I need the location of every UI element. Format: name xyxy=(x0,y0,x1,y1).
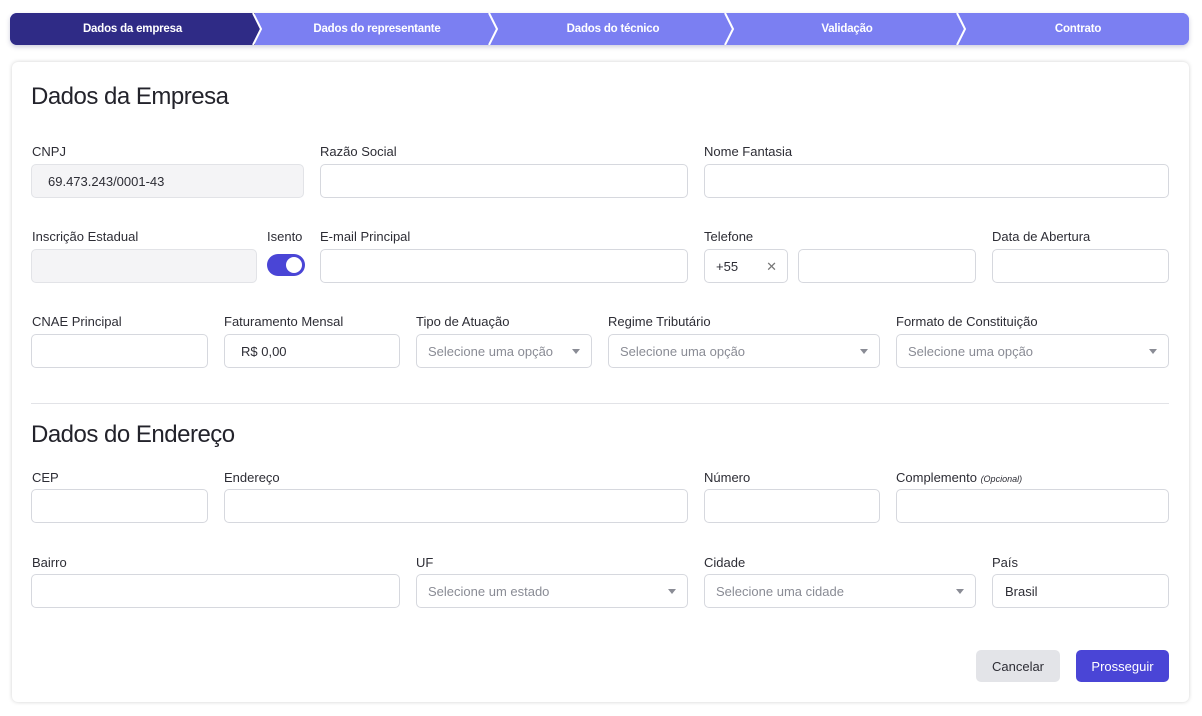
step-label: Dados do representante xyxy=(313,23,441,35)
step-label: Validação xyxy=(821,23,873,35)
faturamento-input[interactable]: R$ 0,00 xyxy=(224,334,400,368)
regime-tributario-placeholder: Selecione uma opção xyxy=(620,343,746,359)
step-label: Dados da empresa xyxy=(82,23,183,35)
tipo-atuacao-label: Tipo de Atuação xyxy=(416,314,510,329)
clear-icon[interactable]: ✕ xyxy=(766,259,777,275)
step-validacao[interactable]: Validação xyxy=(727,13,967,45)
uf-placeholder: Selecione um estado xyxy=(428,583,550,599)
chevron-down-icon xyxy=(572,349,580,354)
section-divider xyxy=(31,403,1169,404)
tipo-atuacao-select[interactable]: Selecione uma opção xyxy=(416,334,592,368)
cidade-select[interactable]: Selecione uma cidade xyxy=(704,574,976,608)
pais-label: País xyxy=(992,555,1019,570)
toggle-knob xyxy=(286,257,302,273)
uf-label: UF xyxy=(416,555,434,570)
razao-social-label: Razão Social xyxy=(320,144,397,159)
inscricao-estadual-label: Inscrição Estadual xyxy=(32,229,139,244)
nome-fantasia-input[interactable] xyxy=(704,164,1169,198)
stepper: Dados da empresa Dados do representante … xyxy=(10,13,1189,45)
faturamento-label: Faturamento Mensal xyxy=(224,314,344,329)
email-input[interactable] xyxy=(320,249,688,283)
faturamento-value: R$ 0,00 xyxy=(241,343,287,359)
step-contrato[interactable]: Contrato xyxy=(959,13,1189,45)
complemento-input[interactable] xyxy=(896,489,1169,523)
step-dados-empresa[interactable]: Dados da empresa xyxy=(10,13,263,45)
data-abertura-input[interactable] xyxy=(992,249,1169,283)
uf-select[interactable]: Selecione um estado xyxy=(416,574,688,608)
form-card: Dados da Empresa CNPJ 69.473.243/0001-43… xyxy=(12,62,1189,702)
endereco-input[interactable] xyxy=(224,489,688,523)
chevron-right-icon xyxy=(251,13,263,45)
step-dados-tecnico[interactable]: Dados do técnico xyxy=(491,13,735,45)
cnae-input[interactable] xyxy=(31,334,208,368)
complemento-label-text: Complemento xyxy=(896,470,977,485)
pais-value: Brasil xyxy=(1005,583,1038,599)
step-label: Dados do técnico xyxy=(566,23,660,35)
inscricao-estadual-input xyxy=(31,249,257,283)
cnae-label: CNAE Principal xyxy=(32,314,122,329)
chevron-down-icon xyxy=(1149,349,1157,354)
regime-tributario-select[interactable]: Selecione uma opção xyxy=(608,334,880,368)
cnpj-label: CNPJ xyxy=(32,144,66,159)
regime-tributario-label: Regime Tributário xyxy=(608,314,711,329)
endereco-label: Endereço xyxy=(224,470,280,485)
chevron-right-icon xyxy=(956,13,967,45)
step-label: Contrato xyxy=(1054,23,1102,35)
cep-input[interactable] xyxy=(31,489,208,523)
telefone-label: Telefone xyxy=(704,229,754,244)
telefone-input[interactable] xyxy=(798,249,976,283)
cancel-button[interactable]: Cancelar xyxy=(976,650,1060,682)
tipo-atuacao-placeholder: Selecione uma opção xyxy=(428,343,554,359)
pais-input[interactable]: Brasil xyxy=(992,574,1169,608)
bairro-label: Bairro xyxy=(32,555,67,570)
optional-tag: (Opcional) xyxy=(980,474,1023,484)
formato-constituicao-placeholder: Selecione uma opção xyxy=(908,343,1034,359)
numero-label: Número xyxy=(704,470,751,485)
isento-toggle[interactable] xyxy=(267,254,305,276)
cnpj-value: 69.473.243/0001-43 xyxy=(48,173,165,189)
phone-country-code[interactable]: +55 ✕ xyxy=(704,249,788,283)
cep-label: CEP xyxy=(32,470,59,485)
chevron-down-icon xyxy=(956,589,964,594)
isento-label: Isento xyxy=(267,229,303,244)
complemento-label: Complemento (Opcional) xyxy=(896,470,1022,485)
step-dados-representante[interactable]: Dados do representante xyxy=(255,13,499,45)
cnpj-field: 69.473.243/0001-43 xyxy=(31,164,304,198)
razao-social-input[interactable] xyxy=(320,164,688,198)
bairro-input[interactable] xyxy=(31,574,400,608)
chevron-right-icon xyxy=(488,13,499,45)
formato-constituicao-label: Formato de Constituição xyxy=(896,314,1038,329)
section-title-empresa: Dados da Empresa xyxy=(31,83,229,110)
numero-input[interactable] xyxy=(704,489,880,523)
proceed-button[interactable]: Prosseguir xyxy=(1076,650,1169,682)
chevron-down-icon xyxy=(860,349,868,354)
chevron-down-icon xyxy=(668,589,676,594)
formato-constituicao-select[interactable]: Selecione uma opção xyxy=(896,334,1169,368)
email-label: E-mail Principal xyxy=(320,229,411,244)
data-abertura-label: Data de Abertura xyxy=(992,229,1091,244)
cidade-placeholder: Selecione uma cidade xyxy=(716,583,844,599)
phone-prefix: +55 xyxy=(716,258,739,274)
section-title-endereco: Dados do Endereço xyxy=(31,421,235,448)
chevron-right-icon xyxy=(724,13,735,45)
nome-fantasia-label: Nome Fantasia xyxy=(704,144,793,159)
cidade-label: Cidade xyxy=(704,555,746,570)
